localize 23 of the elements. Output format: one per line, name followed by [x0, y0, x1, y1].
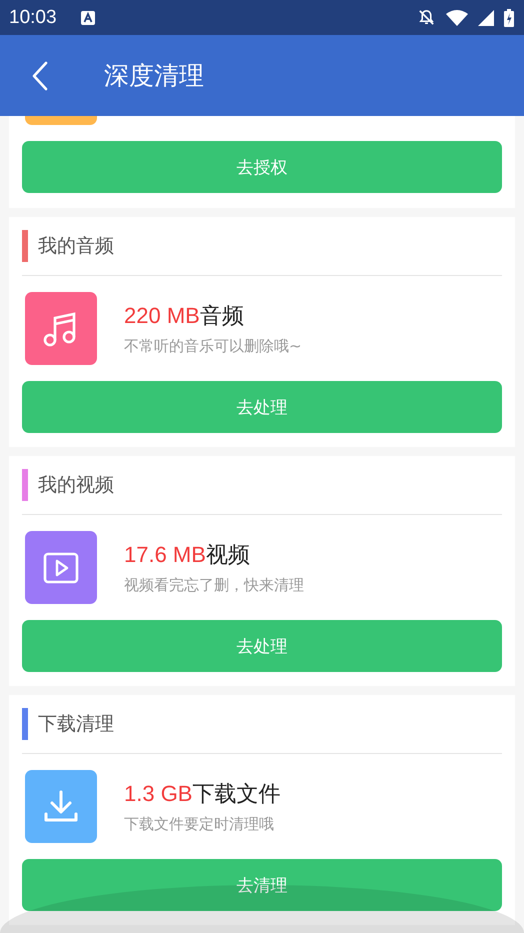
description: 下载文件要定时清理哦	[124, 815, 275, 834]
authorize-button[interactable]: 去授权	[22, 141, 502, 193]
size-headline: 1.3 GB下载文件	[124, 780, 280, 809]
back-icon	[32, 60, 48, 90]
description: 不常听的音乐可以删除哦~	[124, 337, 302, 356]
size-headline: 220 MB音频	[124, 302, 245, 331]
status-time: 10:03	[9, 6, 57, 28]
font-notification-icon	[80, 10, 95, 24]
action-button[interactable]: 去清理	[22, 859, 502, 911]
battery-icon	[504, 8, 514, 26]
section-title: 下载清理	[38, 712, 114, 737]
size-headline: 17.6 MB视频	[124, 541, 251, 570]
play-icon	[43, 550, 79, 586]
action-button[interactable]: 去处理	[22, 620, 502, 672]
description: 视频看完忘了删，快来清理	[124, 576, 304, 595]
bell-off-icon	[417, 8, 436, 27]
signal-icon	[478, 10, 494, 26]
screen-title: 深度清理	[104, 60, 204, 92]
section-title: 我的视频	[38, 473, 114, 498]
download-icon	[43, 788, 79, 824]
wifi-icon	[446, 10, 468, 26]
action-button[interactable]: 去处理	[22, 381, 502, 433]
section-title: 我的音频	[38, 234, 114, 259]
